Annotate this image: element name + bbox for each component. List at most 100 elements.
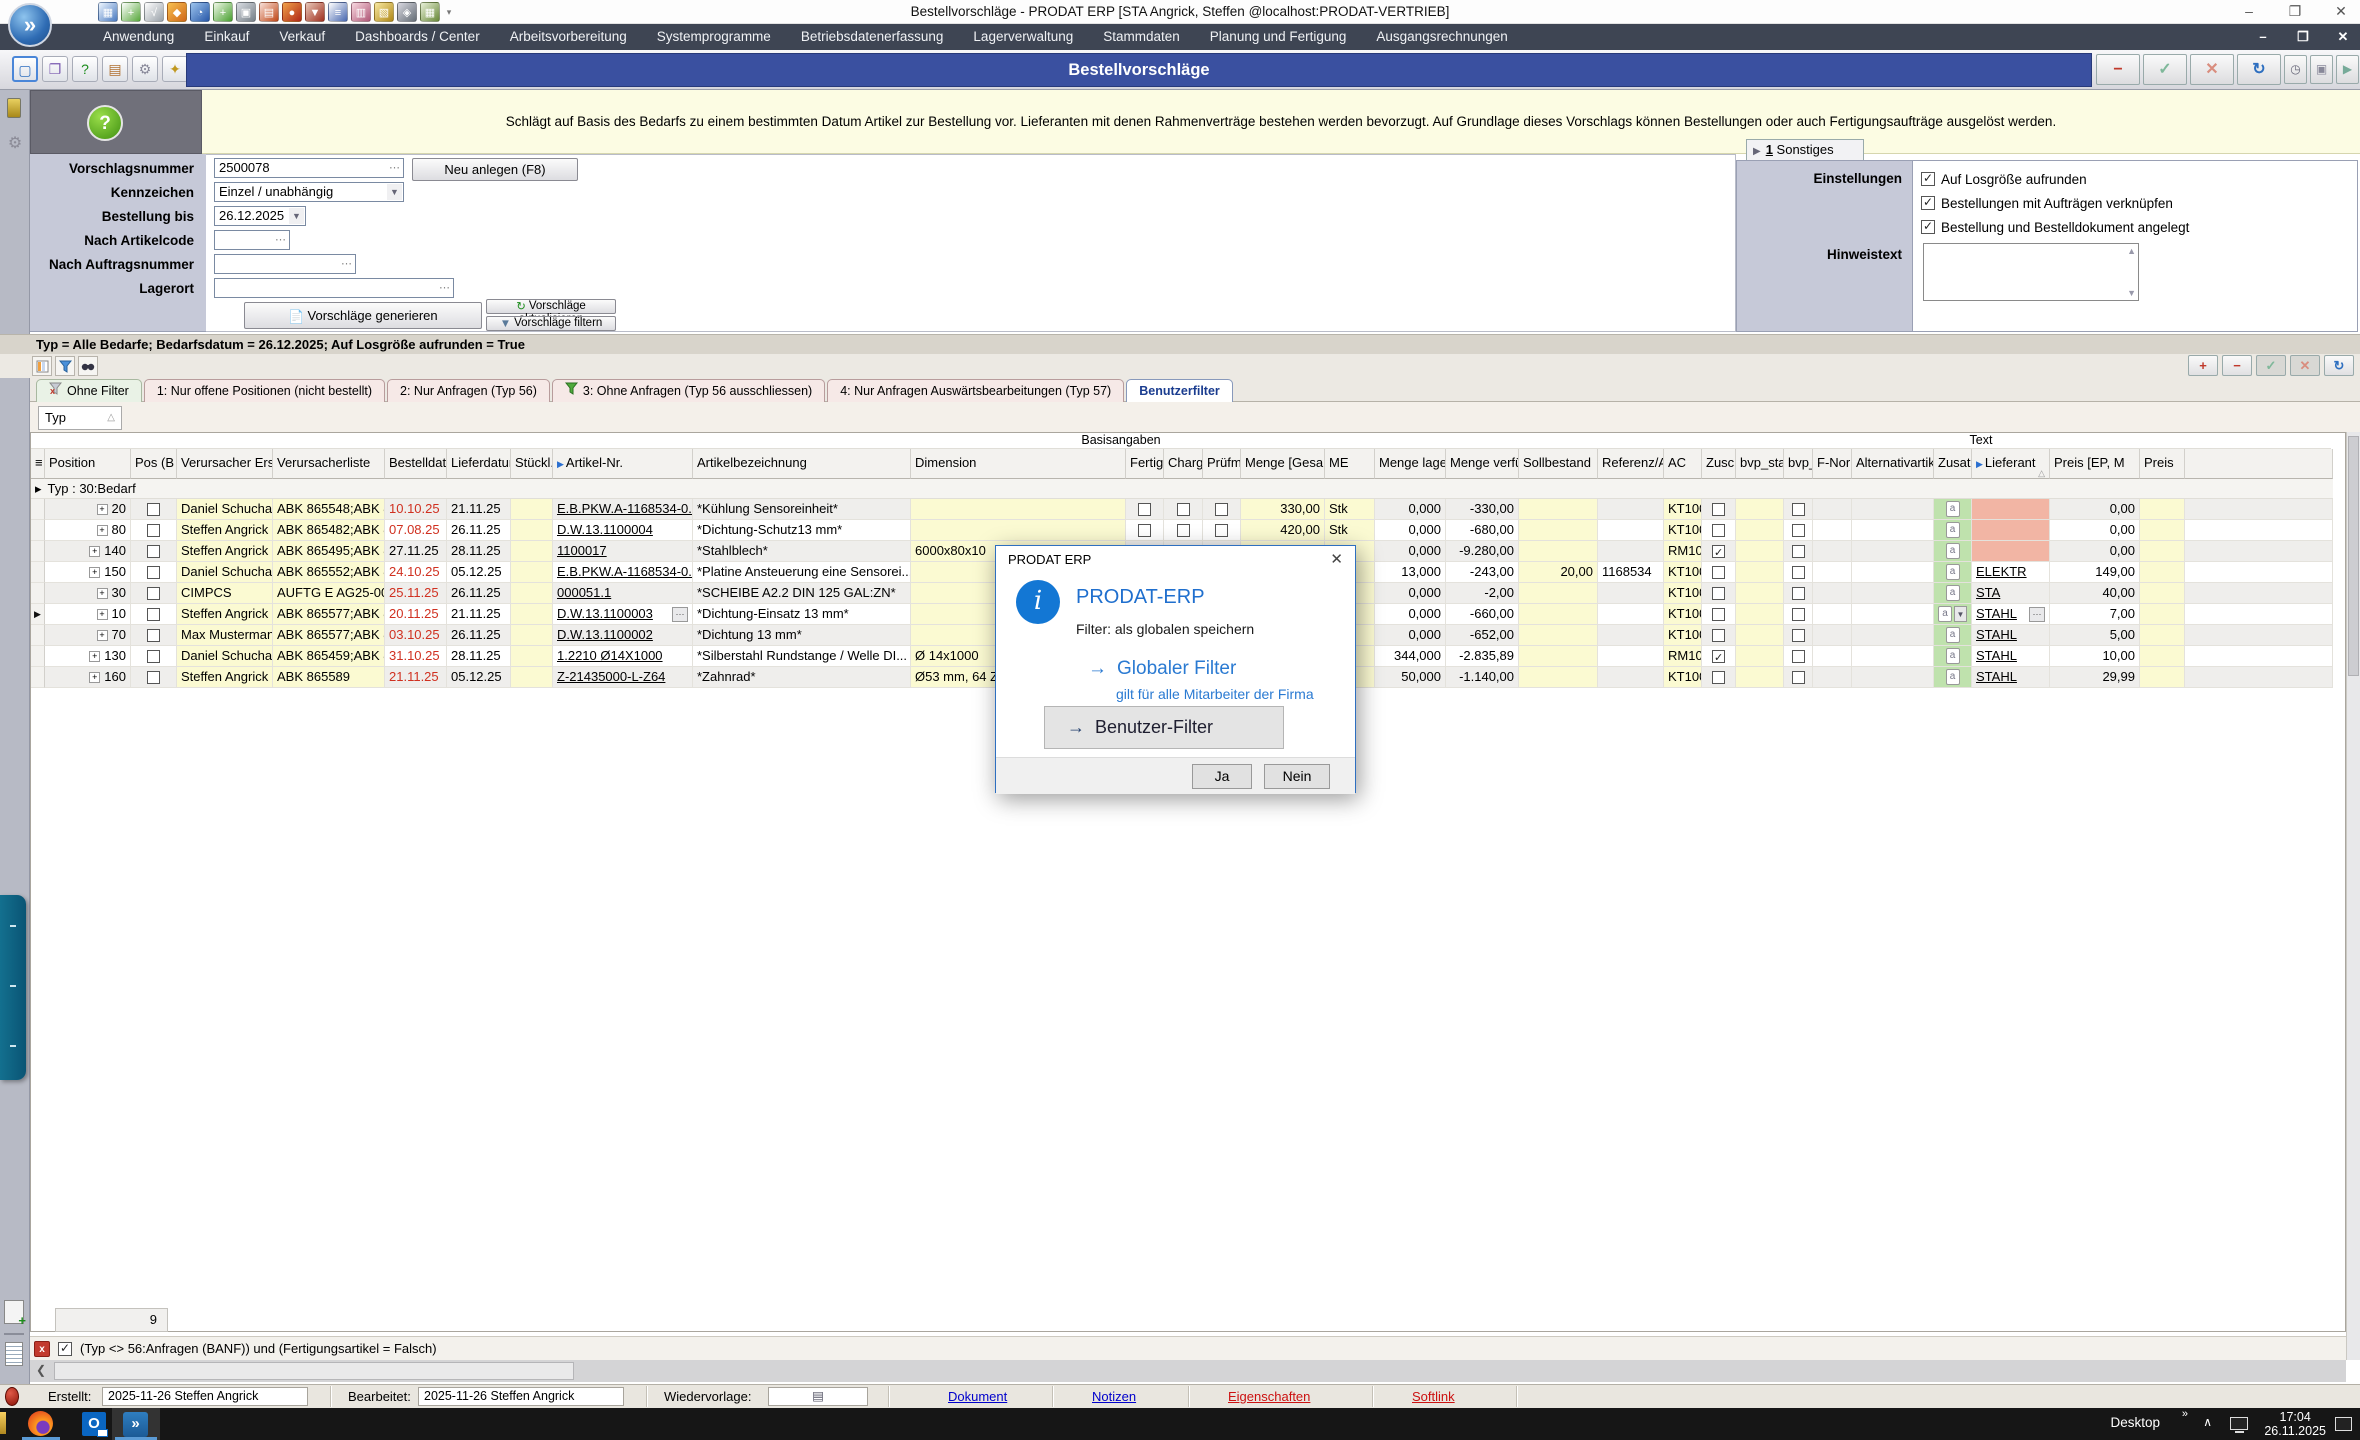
column-header-verursacher[interactable]: Verursacher Erste: [177, 449, 273, 479]
menu-item-systemprogramme[interactable]: Systemprogramme: [642, 24, 786, 50]
column-header-bvpn[interactable]: bvp_no: [1784, 449, 1813, 479]
grid-cell-posb[interactable]: [131, 604, 177, 625]
column-header-referenz[interactable]: Referenz/Artikel-: [1598, 449, 1664, 479]
grid-cell-alt[interactable]: [1852, 520, 1934, 541]
grid-cell-referenz[interactable]: [1598, 667, 1664, 688]
grid-cell-bez[interactable]: *Platine Ansteuerung eine Sensorei...: [693, 562, 911, 583]
lagerort-input[interactable]: ⋯: [214, 278, 454, 298]
grid-cell-bestell[interactable]: 10.10.25: [385, 499, 447, 520]
ellipsis-button[interactable]: ⋯: [2029, 607, 2045, 622]
grid-cell-pos[interactable]: +160: [45, 667, 131, 688]
grid-cell-fert[interactable]: [1126, 520, 1164, 541]
zuschn-checkbox[interactable]: [1712, 587, 1725, 600]
grid-cell-bvpn[interactable]: [1784, 499, 1813, 520]
text-doc-icon[interactable]: a: [1946, 543, 1960, 559]
grid-cell-fill[interactable]: [2185, 499, 2333, 520]
remove-row-button[interactable]: −: [2222, 355, 2252, 376]
grid-cell-posb[interactable]: [131, 625, 177, 646]
grid-cell-mlager[interactable]: 0,000: [1375, 499, 1446, 520]
bvpn-checkbox[interactable]: [1792, 650, 1805, 663]
grid-cell-bvps[interactable]: [1736, 562, 1784, 583]
grid-cell-artikel[interactable]: 000051.1: [553, 583, 693, 604]
grid-cell-ac[interactable]: RM1001: [1664, 541, 1702, 562]
posb-checkbox[interactable]: [147, 629, 160, 642]
grid-cell-bvpn[interactable]: [1784, 646, 1813, 667]
menu-item-planung-und-fertigung[interactable]: Planung und Fertigung: [1195, 24, 1362, 50]
grid-cell-lief[interactable]: STAHL: [1972, 646, 2050, 667]
grid-cell-mlager[interactable]: 0,000: [1375, 625, 1446, 646]
grid-cell-artikel[interactable]: D.W.13.1100003⋯: [553, 604, 693, 625]
vorschlaege-filtern-button[interactable]: ▼Vorschläge filtern: [486, 316, 616, 331]
lieferant-link[interactable]: STAHL: [1976, 646, 2017, 666]
column-header-liste[interactable]: Verursacherliste: [273, 449, 385, 479]
wizard-icon[interactable]: ✦: [162, 56, 188, 82]
scroll-up-icon[interactable]: ▲: [2127, 246, 2136, 256]
grid-cell-sollbest[interactable]: [1519, 625, 1598, 646]
grid-cell-mverf[interactable]: -1.140,00: [1446, 667, 1519, 688]
help-icon[interactable]: ?: [87, 105, 123, 141]
notification-icon[interactable]: [2335, 1417, 2352, 1431]
text-doc-icon[interactable]: a: [1946, 669, 1960, 685]
grid-drag-handle[interactable]: ≡: [31, 449, 45, 479]
grid-cell-preis[interactable]: 0,00: [2050, 541, 2140, 562]
grid-cell-ac[interactable]: KT1001: [1664, 667, 1702, 688]
bvpn-checkbox[interactable]: [1792, 503, 1805, 516]
grid-cell-liefer[interactable]: 26.11.25: [447, 583, 511, 604]
grid-cell-liefer[interactable]: 21.11.25: [447, 499, 511, 520]
grid-group-row[interactable]: ▸Typ : 30:Bedarf: [31, 479, 2333, 499]
tray-expand-icon[interactable]: ∧: [2203, 1415, 2212, 1429]
grid-cell-zusatz[interactable]: a: [1934, 562, 1972, 583]
expand-icon[interactable]: +: [89, 546, 100, 557]
grid-cell-posb[interactable]: [131, 499, 177, 520]
grid-cell-bestell[interactable]: 03.10.25: [385, 625, 447, 646]
grid-cell-ac[interactable]: KT1001: [1664, 583, 1702, 604]
mdi-restore-icon[interactable]: ❐: [2294, 24, 2312, 50]
grid-cell-pos[interactable]: +130: [45, 646, 131, 667]
grid-cell-fert[interactable]: [1126, 499, 1164, 520]
lieferant-link[interactable]: STA: [1976, 583, 2000, 603]
grid-cell-artikel[interactable]: Z-21435000-L-Z64: [553, 667, 693, 688]
text-doc-icon[interactable]: a: [1938, 606, 1952, 622]
grid-cell-zuschn[interactable]: [1702, 562, 1736, 583]
grid-cell-posb[interactable]: [131, 583, 177, 604]
mdi-minimize-icon[interactable]: –: [2254, 24, 2272, 50]
grid-cell-alt[interactable]: [1852, 541, 1934, 562]
grid-cell-verursacher[interactable]: CIMPCS: [177, 583, 273, 604]
grid-cell-fill[interactable]: [2185, 625, 2333, 646]
grid-cell-liste[interactable]: ABK 865482;ABK 8...: [273, 520, 385, 541]
grid-cell-lief[interactable]: STAHL⋯: [1972, 604, 2050, 625]
grid-cell-men[interactable]: 420,00: [1241, 520, 1325, 541]
grid-cell-stueckl[interactable]: [511, 667, 553, 688]
expand-icon[interactable]: +: [97, 609, 108, 620]
grid-cell-pos[interactable]: +80: [45, 520, 131, 541]
grid-cell-zusatz[interactable]: a▼: [1934, 604, 1972, 625]
grid-cell-bez[interactable]: *Zahnrad*: [693, 667, 911, 688]
grid-cell-mlager[interactable]: 0,000: [1375, 583, 1446, 604]
restore-icon[interactable]: ❐: [2286, 0, 2304, 24]
artikel-link[interactable]: Z-21435000-L-Z64: [557, 667, 665, 687]
posb-checkbox[interactable]: [147, 650, 160, 663]
column-header-preis[interactable]: Preis [EP, M: [2050, 449, 2140, 479]
filter-tab-3-ohne-anfragen-typ-56-ausschliessen[interactable]: 3: Ohne Anfragen (Typ 56 ausschliessen): [552, 379, 825, 402]
grid-cell-zuschn[interactable]: [1702, 583, 1736, 604]
grid-cell-pruefm[interactable]: [1203, 520, 1241, 541]
vorschlagsnummer-input[interactable]: 2500078⋯: [214, 158, 404, 178]
grid-cell-liefer[interactable]: 05.12.25: [447, 667, 511, 688]
grid-cell-preis2[interactable]: [2140, 583, 2185, 604]
expand-icon[interactable]: +: [89, 651, 100, 662]
grid-cell-liste[interactable]: AUFTG E AG25-00...: [273, 583, 385, 604]
grid-cell-verursacher[interactable]: Steffen Angrick: [177, 604, 273, 625]
grid-cell-bez[interactable]: *Dichtung-Einsatz 13 mm*: [693, 604, 911, 625]
window-icon[interactable]: ▢: [12, 56, 38, 82]
column-header-liefer[interactable]: Lieferdatum: [447, 449, 511, 479]
filter-tab-2-nur-anfragen-typ-56[interactable]: 2: Nur Anfragen (Typ 56): [387, 379, 550, 402]
grid-cell-ac[interactable]: KT1001: [1664, 520, 1702, 541]
filter-tab-benutzerfilter[interactable]: Benutzerfilter: [1126, 379, 1233, 402]
grid-cell-liste[interactable]: ABK 865548;ABK 8...: [273, 499, 385, 520]
list-icon[interactable]: [5, 1342, 23, 1366]
grid-cell-pruefm[interactable]: [1203, 499, 1241, 520]
menu-item-verkauf[interactable]: Verkauf: [264, 24, 340, 50]
outlook-icon[interactable]: O: [82, 1412, 106, 1436]
grid-cell-bestell[interactable]: 07.08.25: [385, 520, 447, 541]
grid-cell-mverf[interactable]: -9.280,00: [1446, 541, 1519, 562]
